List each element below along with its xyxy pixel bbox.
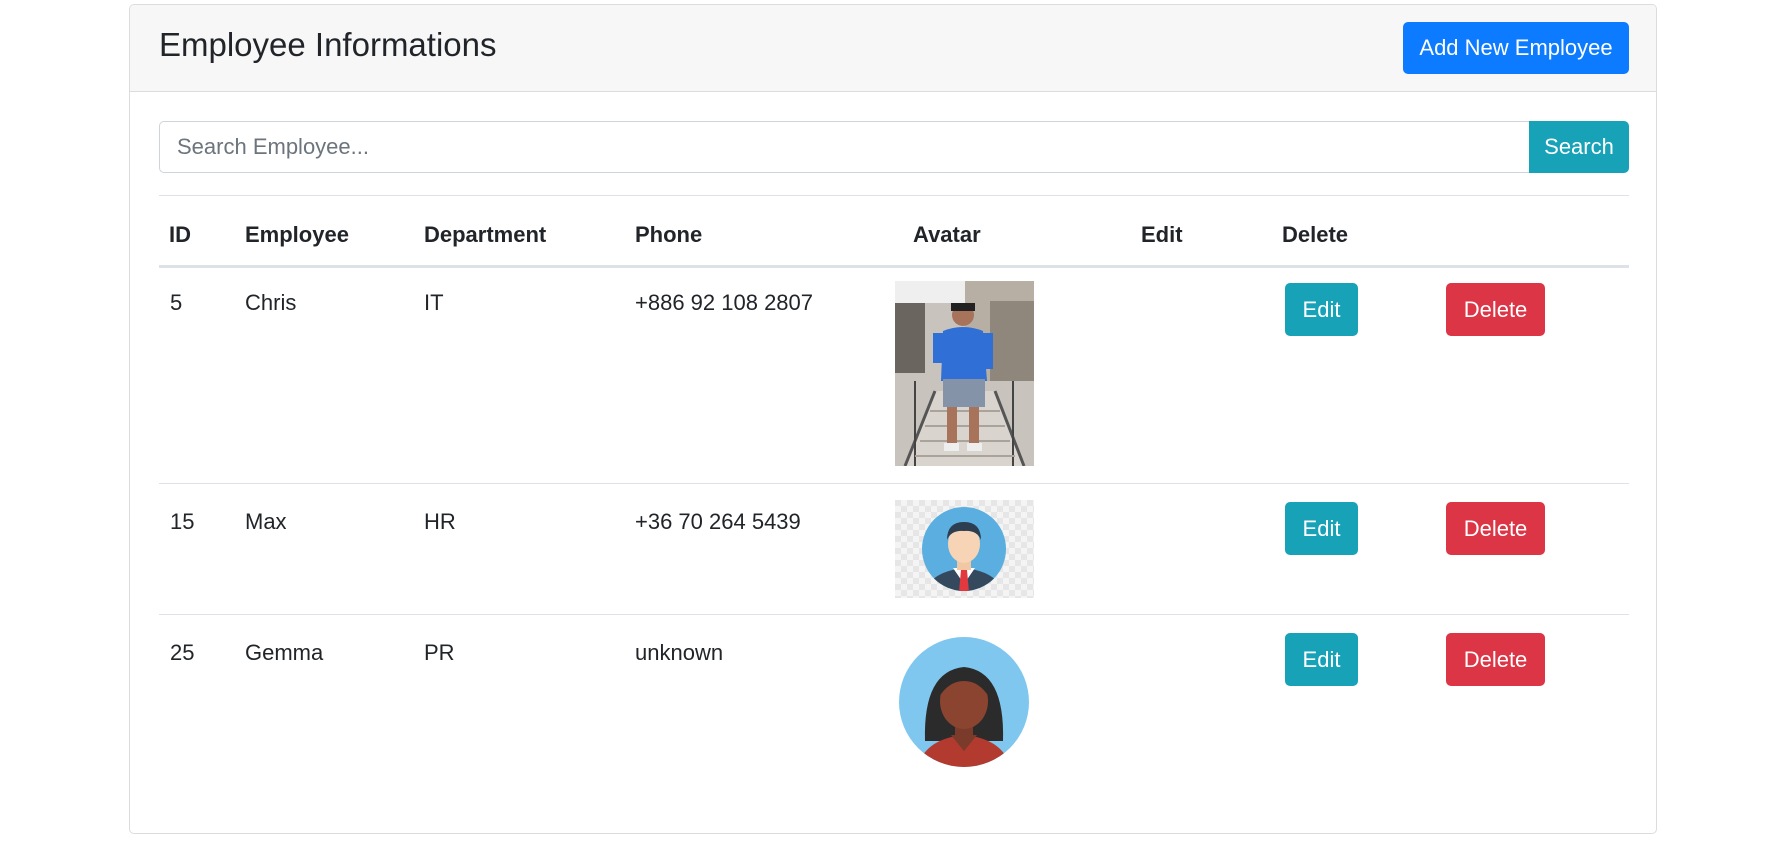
table-top-divider [159,195,1629,196]
cell-department: IT [424,290,444,315]
edit-button[interactable]: Edit [1285,283,1358,336]
cell-phone: +36 70 264 5439 [635,509,801,534]
delete-button[interactable]: Delete [1446,633,1545,686]
column-header-edit: Edit [1141,222,1183,247]
cell-department: PR [424,640,455,665]
add-new-employee-button[interactable]: Add New Employee [1403,22,1629,74]
column-header-delete: Delete [1282,222,1349,247]
table-header-divider [159,265,1629,268]
businessman-avatar-icon [895,500,1034,598]
cell-employee: Max [245,509,287,534]
column-header-employee: Employee [245,222,349,247]
cell-employee: Gemma [245,640,324,665]
column-header-id: ID [169,222,191,247]
edit-button[interactable]: Edit [1285,502,1358,555]
photo-avatar [895,281,1034,466]
cell-phone: unknown [635,640,724,665]
delete-button[interactable]: Delete [1446,283,1545,336]
cell-id: 5 [170,290,183,315]
woman-avatar-icon [895,631,1034,770]
row-divider [159,483,1629,484]
row-divider [159,614,1629,615]
cell-id: 25 [170,640,195,665]
employee-card: Employee Informations Add New Employee S… [129,4,1657,834]
cell-department: HR [424,509,456,534]
column-header-department: Department [424,222,547,247]
cell-id: 15 [170,509,195,534]
search-button[interactable]: Search [1529,121,1629,173]
cell-phone: +886 92 108 2807 [635,290,814,315]
column-header-phone: Phone [635,222,703,247]
cell-employee: Chris [245,290,297,315]
card-header: Employee Informations Add New Employee [130,5,1656,92]
delete-button[interactable]: Delete [1446,502,1545,555]
search-input[interactable] [159,121,1530,173]
page-title: Employee Informations [159,26,497,63]
column-header-avatar: Avatar [913,222,981,247]
edit-button[interactable]: Edit [1285,633,1358,686]
